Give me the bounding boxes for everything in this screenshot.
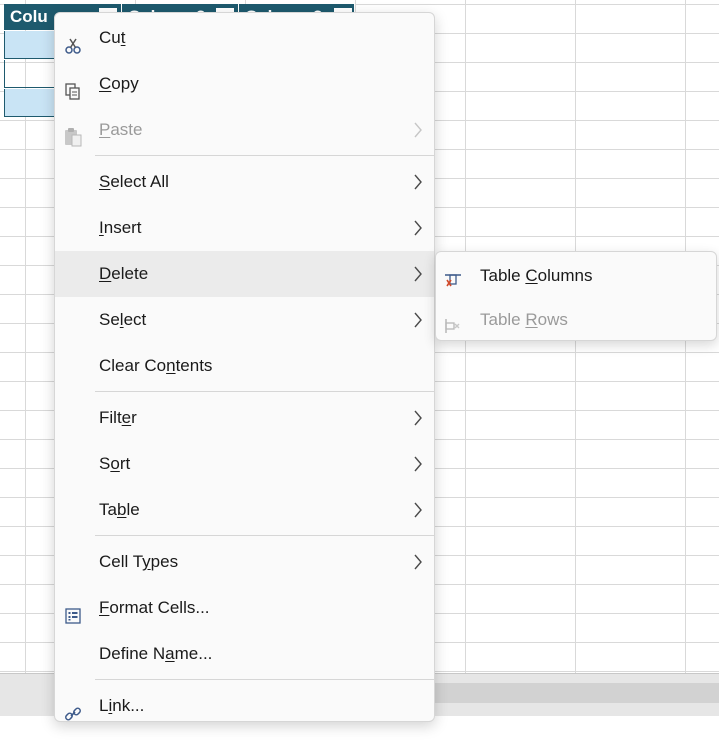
menu-item-link[interactable]: Link... — [55, 683, 434, 729]
copy-icon — [63, 74, 83, 100]
menu-item-label: Table Rows — [480, 310, 568, 329]
menu-item-label: Delete — [99, 264, 149, 283]
menu-item-copy[interactable]: Copy — [55, 61, 434, 107]
table-header-label: Colu — [10, 7, 48, 26]
menu-separator — [95, 679, 434, 680]
submenu-item-table-columns[interactable]: Table Columns — [436, 254, 716, 298]
menu-item-label: Define Name... — [99, 644, 213, 663]
menu-item-select[interactable]: Select — [55, 297, 434, 343]
menu-item-label: Select — [99, 310, 147, 329]
delete-table-columns-icon — [442, 265, 462, 287]
horizontal-scrollbar[interactable] — [430, 683, 719, 703]
context-menu: Cut Copy Paste Select All Insert Delete Select… — [54, 12, 435, 722]
menu-separator — [95, 535, 434, 536]
menu-item-define-name[interactable]: Define Name... — [55, 631, 434, 677]
menu-item-insert[interactable]: Insert — [55, 205, 434, 251]
menu-separator — [95, 391, 434, 392]
menu-item-select-all[interactable]: Select All — [55, 159, 434, 205]
menu-item-label: Clear Contents — [99, 356, 213, 375]
menu-item-label: Table Columns — [480, 266, 593, 285]
menu-item-clear-contents[interactable]: Clear Contents — [55, 343, 434, 389]
menu-item-label: Format Cells... — [99, 598, 210, 617]
menu-item-format-cells[interactable]: Format Cells... — [55, 585, 434, 631]
menu-item-cut[interactable]: Cut — [55, 15, 434, 61]
menu-item-label: Insert — [99, 218, 142, 237]
menu-item-label: Cut — [99, 28, 126, 47]
menu-item-sort[interactable]: Sort — [55, 441, 434, 487]
menu-item-delete[interactable]: Delete — [55, 251, 434, 297]
submenu-item-table-rows: Table Rows — [436, 298, 716, 342]
menu-separator — [95, 155, 434, 156]
menu-item-paste: Paste — [55, 107, 434, 153]
menu-item-table[interactable]: Table — [55, 487, 434, 533]
link-icon — [63, 696, 83, 721]
paste-icon — [63, 120, 83, 147]
menu-item-label: Sort — [99, 454, 131, 473]
delete-table-rows-icon — [442, 309, 462, 333]
menu-item-label: Paste — [99, 120, 143, 139]
menu-item-label: Select All — [99, 172, 169, 191]
menu-item-filter[interactable]: Filter — [55, 395, 434, 441]
scissors-icon — [63, 28, 83, 54]
menu-item-label: Filter — [99, 408, 137, 427]
menu-item-label: Table — [99, 500, 140, 519]
delete-submenu: Table Columns Table Rows — [435, 251, 717, 341]
menu-item-label: Copy — [99, 74, 139, 93]
menu-item-label: Cell Types — [99, 552, 179, 571]
menu-item-label: Link... — [99, 696, 145, 715]
menu-item-cell-types[interactable]: Cell Types — [55, 539, 434, 585]
format-cells-icon — [63, 598, 83, 624]
